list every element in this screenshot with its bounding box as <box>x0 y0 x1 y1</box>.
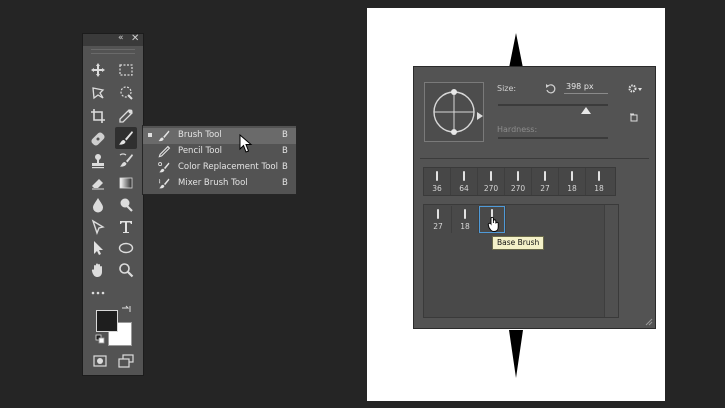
swap-colors-icon[interactable] <box>120 304 132 316</box>
brush-tools-flyout: Brush Tool B Pencil Tool B Color Replace… <box>143 126 296 194</box>
brush-icon[interactable] <box>115 127 137 149</box>
hardness-label: Hardness: <box>497 125 538 134</box>
brush-preset[interactable]: 64 <box>451 168 478 195</box>
brush-preset[interactable]: 18 <box>586 168 612 195</box>
flyout-item-label: Mixer Brush Tool <box>178 178 248 188</box>
dodge-icon[interactable] <box>115 194 137 216</box>
hardness-slider[interactable] <box>498 137 608 139</box>
hand-pointer-icon <box>487 216 499 232</box>
resize-grip-icon[interactable] <box>643 316 653 326</box>
size-slider-thumb[interactable] <box>581 107 591 114</box>
ellipse-icon[interactable] <box>115 237 137 259</box>
flyout-item-pencil-tool[interactable]: Pencil Tool B <box>143 144 296 160</box>
more-icon[interactable] <box>87 282 109 304</box>
hand-icon[interactable] <box>87 259 109 281</box>
flyout-item-label: Color Replacement Tool <box>178 162 278 172</box>
flyout-item-brush-tool[interactable]: Brush Tool B <box>143 128 296 144</box>
type-icon[interactable] <box>115 216 137 238</box>
flyout-item-label: Brush Tool <box>178 130 222 140</box>
foreground-color-swatch[interactable] <box>96 310 118 332</box>
flyout-item-mixer-brush-tool[interactable]: Mixer Brush Tool B <box>143 176 296 192</box>
history-brush-icon[interactable] <box>115 150 137 172</box>
size-label: Size: <box>497 84 517 93</box>
healing-icon[interactable] <box>87 128 109 150</box>
brush-preset[interactable]: 27 <box>532 168 559 195</box>
tooltip: Base Brush <box>492 236 545 250</box>
flyout-item-label: Pencil Tool <box>178 146 223 156</box>
panel-divider <box>420 158 649 159</box>
marquee-icon[interactable] <box>115 59 137 81</box>
panel-grip[interactable] <box>91 49 135 54</box>
blur-icon[interactable] <box>87 194 109 216</box>
mixer-brush-icon <box>159 178 170 189</box>
brush-tip-preview[interactable] <box>424 82 484 142</box>
quick-select-icon[interactable] <box>115 82 137 104</box>
gradient-icon[interactable] <box>115 172 137 194</box>
brush-preset[interactable]: 36 <box>424 168 451 195</box>
flyout-item-shortcut: B <box>282 162 288 172</box>
default-colors-icon[interactable] <box>95 334 105 344</box>
pen-icon[interactable] <box>87 216 109 238</box>
brush-icon <box>158 130 170 142</box>
reset-size-icon[interactable] <box>545 83 556 94</box>
preset-row: 36 64 270 270 27 18 18 <box>424 168 615 195</box>
move-icon[interactable] <box>87 59 109 81</box>
new-preset-icon[interactable] <box>629 113 639 123</box>
size-slider[interactable] <box>498 104 608 106</box>
lasso-icon[interactable] <box>87 82 109 104</box>
close-icon[interactable]: ✕ <box>131 33 139 44</box>
flyout-item-color-replacement-tool[interactable]: Color Replacement Tool B <box>143 160 296 176</box>
brush-preset-picker: Size: 398 px Hardness: 36 64 270 270 27 … <box>414 67 655 328</box>
selected-marker <box>148 133 152 137</box>
pencil-icon <box>158 145 171 158</box>
mouse-pointer-icon <box>239 134 253 153</box>
path-select-icon[interactable] <box>87 237 109 259</box>
brush-preset[interactable]: 270 <box>505 168 532 195</box>
brush-preset[interactable]: 18 <box>559 168 586 195</box>
angle-arrow-icon <box>477 112 483 120</box>
flyout-item-shortcut: B <box>282 146 288 156</box>
preset-list-scrollbar[interactable] <box>604 205 618 317</box>
brush-preset[interactable]: 18 <box>452 206 479 233</box>
eyedropper-icon[interactable] <box>115 105 137 127</box>
crop-icon[interactable] <box>87 105 109 127</box>
stamp-icon[interactable] <box>87 150 109 172</box>
screen-mode-icon[interactable] <box>115 350 137 372</box>
size-input[interactable]: 398 px <box>564 82 608 94</box>
flyout-item-shortcut: B <box>282 130 288 140</box>
gear-icon[interactable] <box>627 83 643 94</box>
quick-mask-icon[interactable] <box>89 350 111 372</box>
collapse-icon[interactable]: « <box>118 33 124 43</box>
flyout-item-shortcut: B <box>282 178 288 188</box>
zoom-icon[interactable] <box>115 259 137 281</box>
eraser-icon[interactable] <box>87 172 109 194</box>
color-replacement-icon <box>158 162 170 173</box>
brush-preset[interactable]: 27 <box>425 206 452 233</box>
tools-panel-header[interactable]: « ✕ <box>83 33 143 46</box>
brush-preset[interactable]: 270 <box>478 168 505 195</box>
